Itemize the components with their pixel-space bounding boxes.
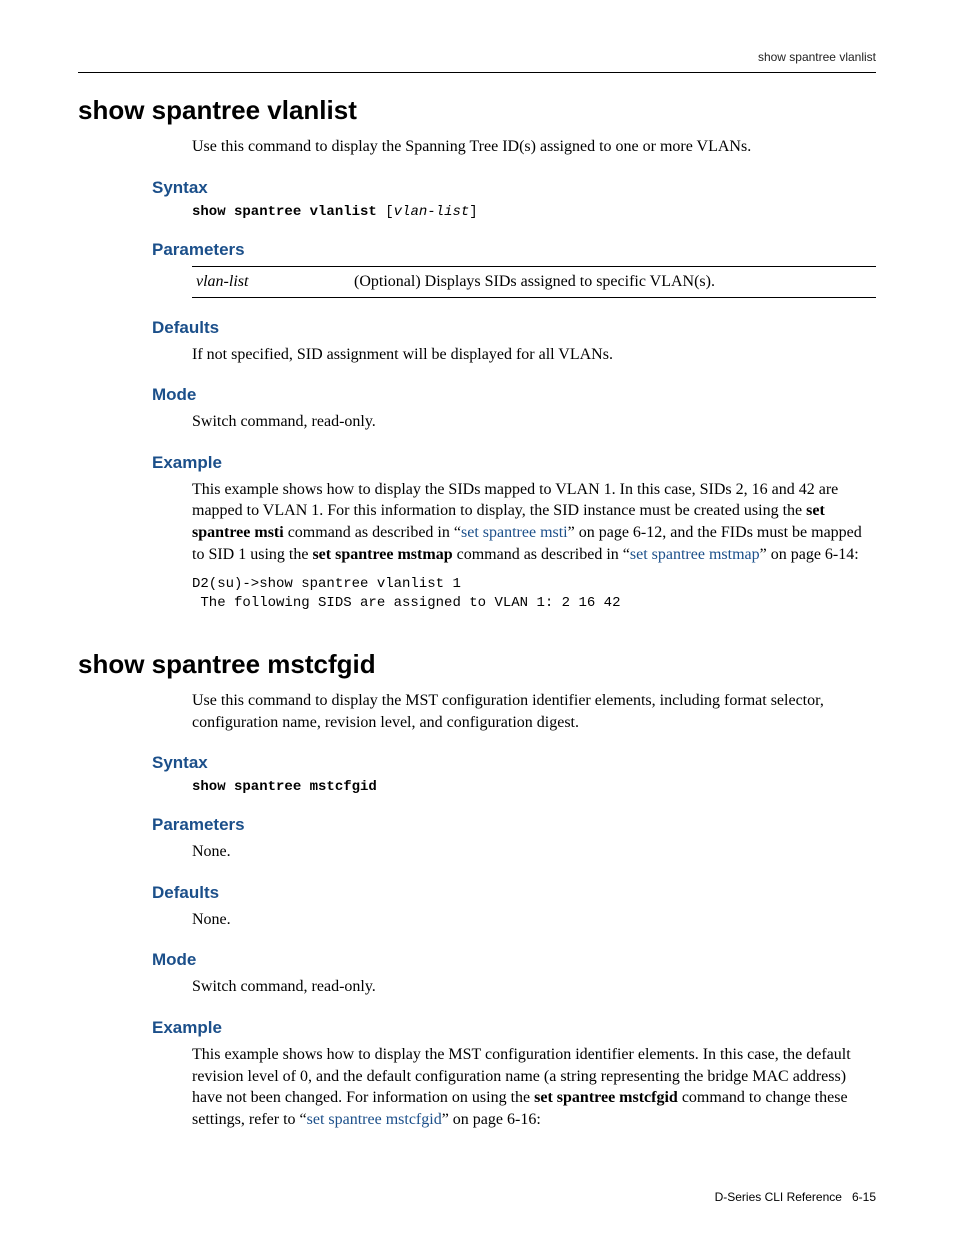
syntax-keyword: show spantree mstcfgid bbox=[192, 779, 377, 795]
syntax-line-vlanlist: show spantree vlanlist [vlan-list] bbox=[192, 204, 876, 220]
intro-vlanlist: Use this command to display the Spanning… bbox=[192, 136, 876, 158]
command-title-mstcfgid: show spantree mstcfgid bbox=[78, 649, 876, 680]
syntax-heading: Syntax bbox=[152, 753, 876, 773]
mode-heading: Mode bbox=[152, 950, 876, 970]
link-set-spantree-mstcfgid[interactable]: set spantree mstcfgid bbox=[307, 1111, 442, 1128]
footer-doc-title: D-Series CLI Reference bbox=[715, 1190, 842, 1204]
bold-cmd-mstcfgid: set spantree mstcfgid bbox=[534, 1089, 678, 1106]
example-heading: Example bbox=[152, 1018, 876, 1038]
link-set-spantree-msti[interactable]: set spantree msti bbox=[461, 524, 568, 541]
defaults-body: None. bbox=[192, 909, 876, 931]
syntax-line-mstcfgid: show spantree mstcfgid bbox=[192, 779, 876, 795]
example-text: command as described in “ bbox=[453, 546, 630, 563]
example-code-vlanlist: D2(su)->show spantree vlanlist 1 The fol… bbox=[192, 575, 876, 613]
example-heading: Example bbox=[152, 453, 876, 473]
link-set-spantree-mstmap[interactable]: set spantree mstmap bbox=[630, 546, 760, 563]
example-text: command as described in “ bbox=[284, 524, 461, 541]
mode-heading: Mode bbox=[152, 385, 876, 405]
example-text: ” on page 6-16: bbox=[442, 1111, 541, 1128]
parameters-body: None. bbox=[192, 841, 876, 863]
example-paragraph-vlanlist: This example shows how to display the SI… bbox=[192, 479, 876, 565]
command-title-vlanlist: show spantree vlanlist bbox=[78, 95, 876, 126]
table-row: vlan-list (Optional) Displays SIDs assig… bbox=[192, 266, 876, 297]
param-name: vlan-list bbox=[192, 266, 350, 297]
bold-cmd-mstmap: set spantree mstmap bbox=[312, 546, 452, 563]
example-text: This example shows how to display the SI… bbox=[192, 481, 838, 520]
defaults-body: If not specified, SID assignment will be… bbox=[192, 344, 876, 366]
syntax-heading: Syntax bbox=[152, 178, 876, 198]
running-header: show spantree vlanlist bbox=[78, 50, 876, 73]
page-footer: D-Series CLI Reference 6-15 bbox=[78, 1190, 876, 1204]
example-paragraph-mstcfgid: This example shows how to display the MS… bbox=[192, 1044, 876, 1130]
parameters-heading: Parameters bbox=[152, 815, 876, 835]
parameters-table: vlan-list (Optional) Displays SIDs assig… bbox=[192, 266, 876, 298]
mode-body: Switch command, read-only. bbox=[192, 411, 876, 433]
syntax-keyword: show spantree vlanlist bbox=[192, 204, 377, 220]
defaults-heading: Defaults bbox=[152, 318, 876, 338]
footer-page-number: 6-15 bbox=[852, 1190, 876, 1204]
param-desc: (Optional) Displays SIDs assigned to spe… bbox=[350, 266, 876, 297]
defaults-heading: Defaults bbox=[152, 883, 876, 903]
example-text: ” on page 6-14: bbox=[760, 546, 859, 563]
intro-mstcfgid: Use this command to display the MST conf… bbox=[192, 690, 876, 733]
syntax-arg: vlan-list bbox=[394, 204, 470, 220]
mode-body: Switch command, read-only. bbox=[192, 976, 876, 998]
parameters-heading: Parameters bbox=[152, 240, 876, 260]
